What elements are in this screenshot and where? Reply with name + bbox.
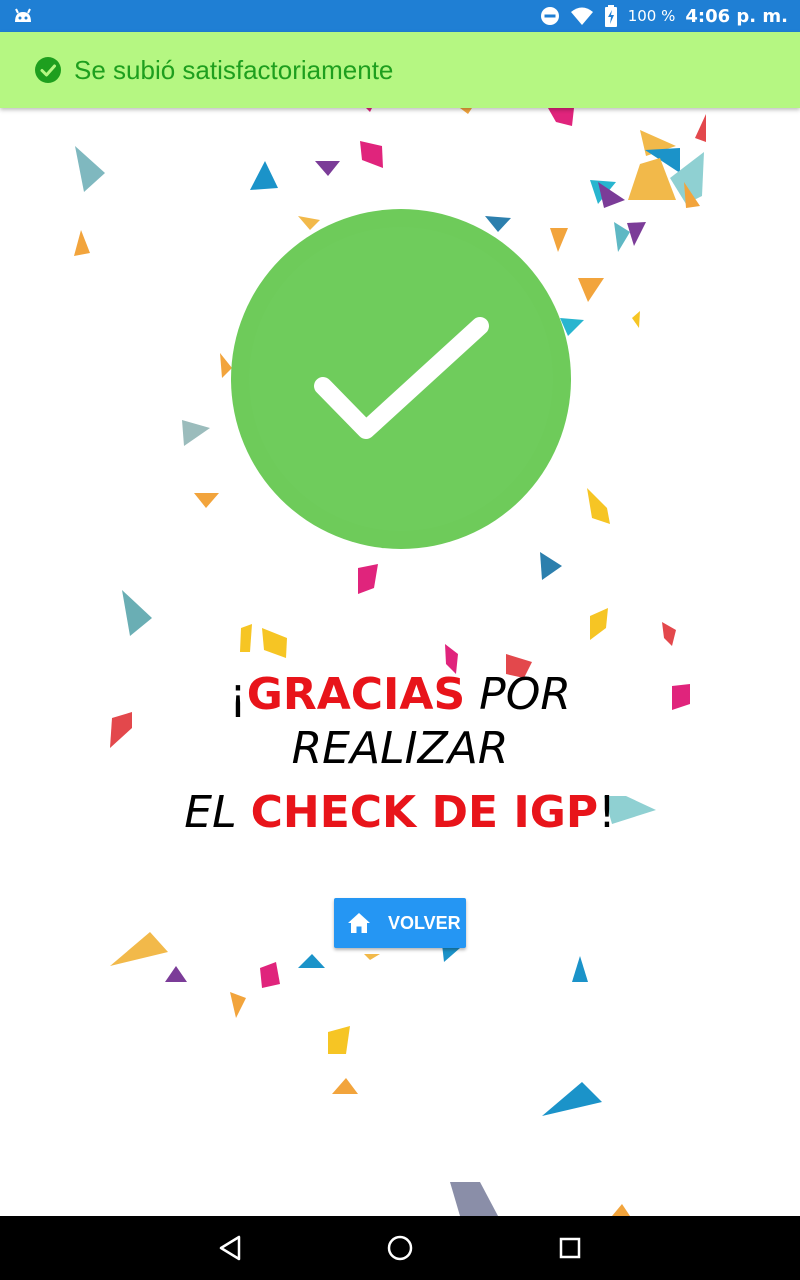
upload-success-toast: Se subió satisfactoriamente	[0, 32, 800, 108]
back-icon[interactable]	[215, 1232, 247, 1264]
success-check-icon	[230, 208, 572, 550]
clock: 4:06 p. m.	[685, 5, 788, 27]
home-circle-icon[interactable]	[384, 1232, 416, 1264]
battery-percentage: 100 %	[627, 7, 676, 25]
volver-button[interactable]: VOLVER	[334, 898, 466, 948]
el-text: EL	[184, 787, 251, 838]
dnd-icon	[540, 7, 559, 25]
volver-label: VOLVER	[388, 912, 461, 933]
gracias-text: GRACIAS	[246, 669, 466, 720]
recents-icon[interactable]	[554, 1232, 586, 1264]
realizar-text: REALIZAR	[291, 723, 509, 774]
battery-charging-icon	[604, 5, 617, 27]
status-bar: 100 % 4:06 p. m.	[0, 0, 800, 32]
toast-message: Se subió satisfactoriamente	[74, 54, 394, 85]
thank-you-line-2: REALIZAR	[100, 722, 700, 776]
thank-you-line-3: EL CHECK DE IGP!	[100, 786, 700, 840]
por-text: POR	[465, 669, 571, 720]
exclaim-open: ¡	[229, 669, 247, 720]
home-icon	[348, 913, 370, 933]
exclaim-close: !	[598, 787, 616, 838]
android-icon	[15, 8, 31, 22]
thank-you-line-1: ¡GRACIAS POR	[100, 668, 700, 722]
wifi-icon	[570, 7, 593, 25]
check-igp-text: CHECK DE IGP	[250, 787, 599, 838]
navigation-bar	[0, 1216, 800, 1280]
check-circle-icon	[35, 57, 61, 83]
thank-you-message: ¡GRACIAS POR REALIZAR EL CHECK DE IGP!	[100, 668, 700, 840]
